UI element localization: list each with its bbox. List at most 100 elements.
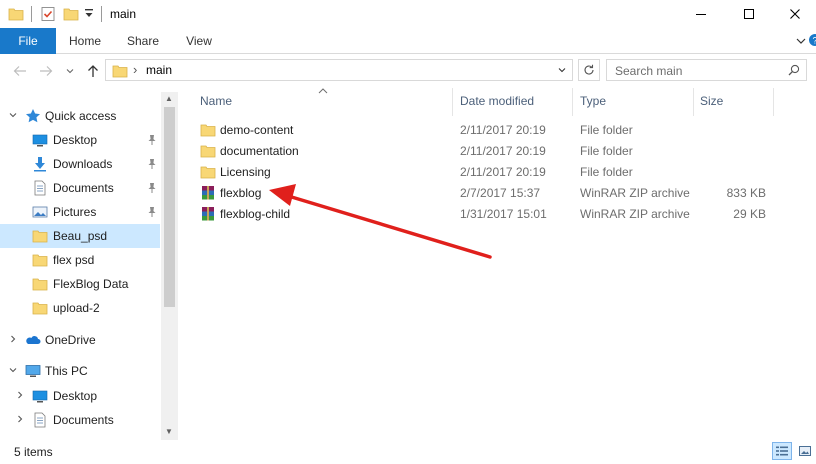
nav-item-beau-psd[interactable]: Beau_psd <box>0 224 160 248</box>
ribbon: File Home Share View ? <box>0 28 816 54</box>
navigation-pane-scrollbar[interactable]: ▲ ▼ <box>161 92 178 440</box>
properties-icon[interactable] <box>40 6 56 25</box>
nav-label: Quick access <box>45 109 117 123</box>
minimize-button[interactable] <box>678 0 724 28</box>
nav-item-pictures[interactable]: Pictures <box>0 200 160 224</box>
pin-icon[interactable] <box>147 182 157 197</box>
folder-icon <box>32 300 48 316</box>
file-name[interactable]: demo-content <box>220 123 293 137</box>
maximize-button[interactable] <box>726 0 772 28</box>
file-date: 1/31/2017 15:01 <box>460 207 547 221</box>
pin-icon[interactable] <box>147 206 157 221</box>
search-input[interactable]: Search main <box>606 59 807 81</box>
nav-quick-access[interactable]: Quick access <box>0 104 160 128</box>
nav-label: Documents <box>53 181 114 195</box>
folder-icon <box>200 143 216 159</box>
nav-item-pc-desktop[interactable]: Desktop <box>0 384 160 408</box>
table-row[interactable]: demo-content 2/11/2017 20:19 File folder <box>190 120 790 141</box>
refresh-button[interactable] <box>578 59 600 81</box>
new-folder-icon[interactable] <box>63 6 79 25</box>
winrar-archive-icon <box>200 206 216 222</box>
pin-icon[interactable] <box>147 158 157 173</box>
tab-home[interactable]: Home <box>60 28 110 54</box>
customize-quick-access-icon[interactable] <box>84 8 94 23</box>
table-row[interactable]: flexblog-child 1/31/2017 15:01 WinRAR ZI… <box>190 204 790 225</box>
nav-item-upload-2[interactable]: upload-2 <box>0 296 160 320</box>
nav-item-flexblog-data[interactable]: FlexBlog Data <box>0 272 160 296</box>
column-header-name[interactable]: Name <box>200 94 232 108</box>
file-name[interactable]: flexblog-child <box>220 207 290 221</box>
chevron-down-icon[interactable] <box>8 110 18 122</box>
table-row[interactable]: Licensing 2/11/2017 20:19 File folder <box>190 162 790 183</box>
table-row[interactable]: documentation 2/11/2017 20:19 File folde… <box>190 141 790 162</box>
nav-onedrive[interactable]: OneDrive <box>0 328 160 352</box>
breadcrumb-main[interactable]: main <box>146 63 172 77</box>
large-icons-view-button[interactable] <box>795 442 815 460</box>
back-button[interactable] <box>10 61 30 81</box>
file-list: Name Date modified Type Size demo-conten… <box>190 88 816 440</box>
folder-icon <box>112 64 128 81</box>
file-date: 2/7/2017 15:37 <box>460 186 541 200</box>
folder-icon <box>32 276 48 292</box>
title-separator <box>101 6 102 22</box>
nav-item-documents[interactable]: Documents <box>0 176 160 200</box>
nav-label: Pictures <box>53 205 97 219</box>
desktop-icon <box>32 388 48 404</box>
pin-icon[interactable] <box>147 134 157 149</box>
details-view-button[interactable] <box>772 442 792 460</box>
nav-item-desktop[interactable]: Desktop <box>0 128 160 152</box>
tab-view[interactable]: View <box>174 28 224 54</box>
star-icon <box>25 108 41 124</box>
desktop-icon <box>32 132 48 148</box>
nav-item-downloads[interactable]: Downloads <box>0 152 160 176</box>
column-header-type[interactable]: Type <box>580 94 606 108</box>
forward-button[interactable] <box>36 61 56 81</box>
nav-label: Documents <box>53 413 114 427</box>
title-bar: main <box>0 0 816 28</box>
column-divider[interactable] <box>572 88 573 116</box>
scroll-down-arrow-icon[interactable]: ▼ <box>165 427 173 436</box>
expand-ribbon-icon[interactable] <box>794 34 808 48</box>
tab-file[interactable]: File <box>0 28 56 54</box>
breadcrumb-chevron-icon[interactable]: › <box>133 62 137 77</box>
computer-icon <box>25 363 41 379</box>
scroll-up-arrow-icon[interactable]: ▲ <box>165 94 173 103</box>
nav-item-flex-psd[interactable]: flex psd <box>0 248 160 272</box>
nav-label: upload-2 <box>53 301 100 315</box>
column-divider[interactable] <box>693 88 694 116</box>
nav-label: flex psd <box>53 253 95 267</box>
help-icon[interactable]: ? <box>808 32 816 51</box>
recent-locations-button[interactable] <box>60 61 80 81</box>
navigation-pane: Quick access Desktop Downloads Documents <box>0 92 178 440</box>
tab-share[interactable]: Share <box>118 28 168 54</box>
folder-icon <box>200 164 216 180</box>
nav-label: Desktop <box>53 389 98 403</box>
table-row[interactable]: flexblog 2/7/2017 15:37 WinRAR ZIP archi… <box>190 183 790 204</box>
chevron-right-icon[interactable] <box>8 334 18 346</box>
chevron-down-icon[interactable] <box>8 365 18 377</box>
column-divider[interactable] <box>452 88 453 116</box>
file-name[interactable]: Licensing <box>220 165 271 179</box>
address-bar[interactable]: › main <box>105 59 573 81</box>
scrollbar-thumb[interactable] <box>164 107 175 307</box>
file-name[interactable]: flexblog <box>220 186 261 200</box>
column-divider[interactable] <box>773 88 774 116</box>
column-header-size[interactable]: Size <box>700 94 723 108</box>
close-button[interactable] <box>772 0 816 28</box>
nav-item-pc-documents[interactable]: Documents <box>0 408 160 432</box>
up-button[interactable] <box>83 61 103 81</box>
chevron-right-icon[interactable] <box>15 390 25 402</box>
file-name[interactable]: documentation <box>220 144 299 158</box>
search-icon[interactable] <box>788 64 800 79</box>
chevron-right-icon[interactable] <box>15 414 25 426</box>
item-count: 5 items <box>14 445 53 459</box>
file-type: File folder <box>580 165 633 179</box>
folder-icon[interactable] <box>8 6 24 25</box>
column-header-date-modified[interactable]: Date modified <box>460 94 534 108</box>
svg-text:?: ? <box>812 36 816 46</box>
address-dropdown-button[interactable] <box>553 60 571 80</box>
nav-label: Desktop <box>53 133 98 147</box>
nav-this-pc[interactable]: This PC <box>0 359 160 383</box>
pictures-icon <box>32 204 48 220</box>
file-type: File folder <box>580 123 633 137</box>
